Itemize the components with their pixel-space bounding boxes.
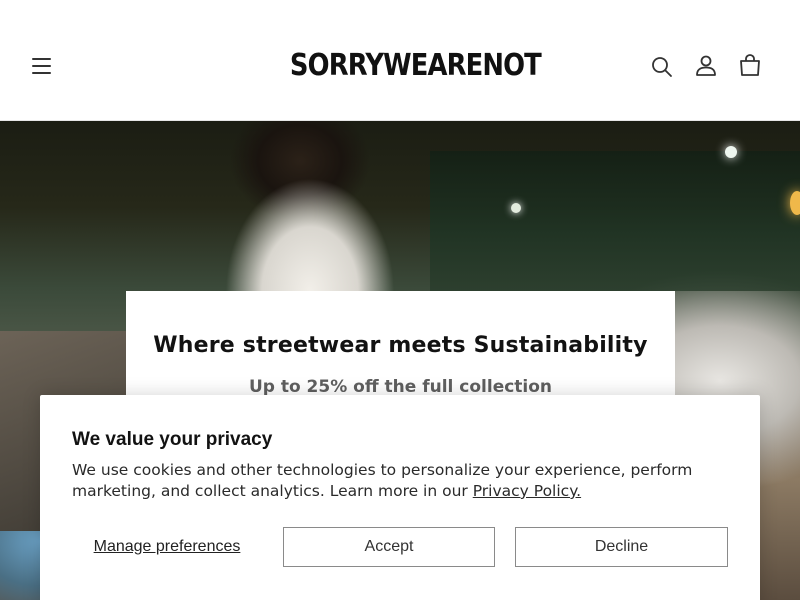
cookie-banner: We value your privacy We use cookies and… <box>40 395 760 600</box>
promo-subtitle: Up to 25% off the full collection <box>248 377 553 397</box>
hero-light <box>511 203 521 213</box>
cookie-title: We value your privacy <box>72 429 273 450</box>
cookie-description: We use cookies and other technologies to… <box>72 460 752 502</box>
cart-icon[interactable] <box>736 50 764 82</box>
site-header: SORRYWEARENOT <box>0 0 800 121</box>
site-logo[interactable]: SORRYWEARENOT <box>290 48 542 88</box>
accept-button[interactable]: Accept <box>283 527 495 567</box>
decline-button[interactable]: Decline <box>515 527 728 567</box>
hero-background-wall <box>430 151 800 291</box>
menu-icon[interactable] <box>28 50 56 82</box>
promo-title: Where streetwear meets Sustainability <box>153 333 648 358</box>
menu-line <box>32 72 51 74</box>
account-icon[interactable] <box>692 50 720 82</box>
manage-preferences-button[interactable]: Manage preferences <box>72 527 262 567</box>
menu-line <box>32 65 51 67</box>
search-icon[interactable] <box>648 50 676 82</box>
privacy-policy-link[interactable]: Privacy Policy. <box>473 482 581 500</box>
hero-light <box>790 191 800 215</box>
hero-light <box>725 146 737 158</box>
cookie-description-text: We use cookies and other technologies to… <box>72 461 693 500</box>
menu-line <box>32 58 51 60</box>
